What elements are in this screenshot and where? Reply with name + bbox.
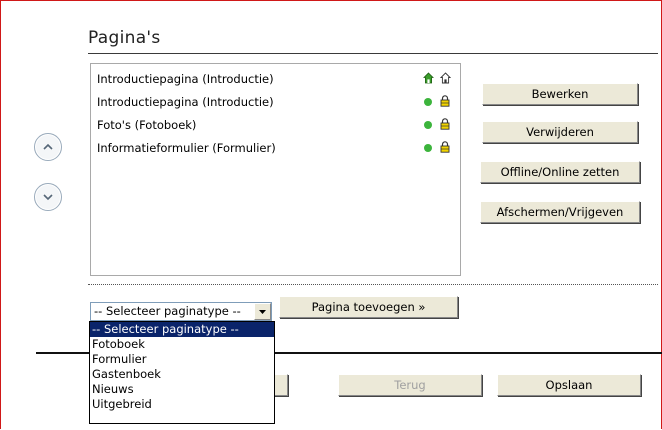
online-status-icon [424, 98, 432, 106]
dropdown-option[interactable]: Nieuws [90, 382, 274, 397]
list-item[interactable]: Foto's (Fotoboek) [97, 116, 457, 134]
list-item[interactable]: Introductiepagina (Introductie) [97, 70, 457, 88]
shield-release-button[interactable]: Afschermen/Vrijgeven [480, 201, 640, 223]
home-icon-outline [440, 72, 451, 84]
page-type-dropdown-list[interactable]: -- Selecteer paginatype -- Fotoboek Form… [89, 321, 275, 424]
toggle-online-button[interactable]: Offline/Online zetten [480, 161, 640, 183]
page-type-select[interactable]: -- Selecteer paginatype -- [90, 302, 272, 321]
dropdown-option[interactable]: Fotoboek [90, 337, 274, 352]
lock-icon [440, 95, 450, 107]
list-item[interactable]: Introductiepagina (Introductie) [97, 93, 457, 111]
dropdown-option[interactable]: Gastenboek [90, 367, 274, 382]
back-button[interactable]: Terug [338, 374, 482, 396]
lock-icon [440, 118, 450, 130]
delete-button[interactable]: Verwijderen [482, 121, 638, 143]
edit-button[interactable]: Bewerken [482, 83, 638, 105]
online-status-icon [424, 144, 432, 152]
dropdown-option[interactable]: -- Selecteer paginatype -- [90, 322, 274, 337]
dropdown-option[interactable]: Formulier [90, 352, 274, 367]
page-title: Pagina's [88, 28, 161, 48]
list-item[interactable]: Informatieformulier (Formulier) [97, 139, 457, 157]
dropdown-option[interactable]: Uitgebreid [90, 397, 274, 412]
home-icon-green [423, 72, 434, 84]
title-divider [88, 53, 658, 54]
chevron-down-icon [43, 194, 53, 201]
list-item-label: Informatieformulier (Formulier) [97, 141, 276, 155]
chevron-up-icon [43, 143, 53, 150]
save-button[interactable]: Opslaan [497, 374, 641, 396]
section-divider [88, 284, 658, 285]
pages-listbox[interactable]: Introductiepagina (Introductie) Introduc… [90, 63, 461, 276]
dropdown-arrow-icon[interactable] [254, 303, 271, 320]
move-up-button[interactable] [34, 133, 62, 161]
online-status-icon [424, 121, 432, 129]
move-down-button[interactable] [34, 183, 62, 211]
list-item-label: Foto's (Fotoboek) [97, 118, 197, 132]
list-item-label: Introductiepagina (Introductie) [97, 72, 274, 86]
list-item-label: Introductiepagina (Introductie) [97, 95, 274, 109]
lock-icon [440, 141, 450, 153]
add-page-button[interactable]: Pagina toevoegen » [279, 296, 458, 318]
page-type-select-value: -- Selecteer paginatype -- [94, 304, 241, 318]
